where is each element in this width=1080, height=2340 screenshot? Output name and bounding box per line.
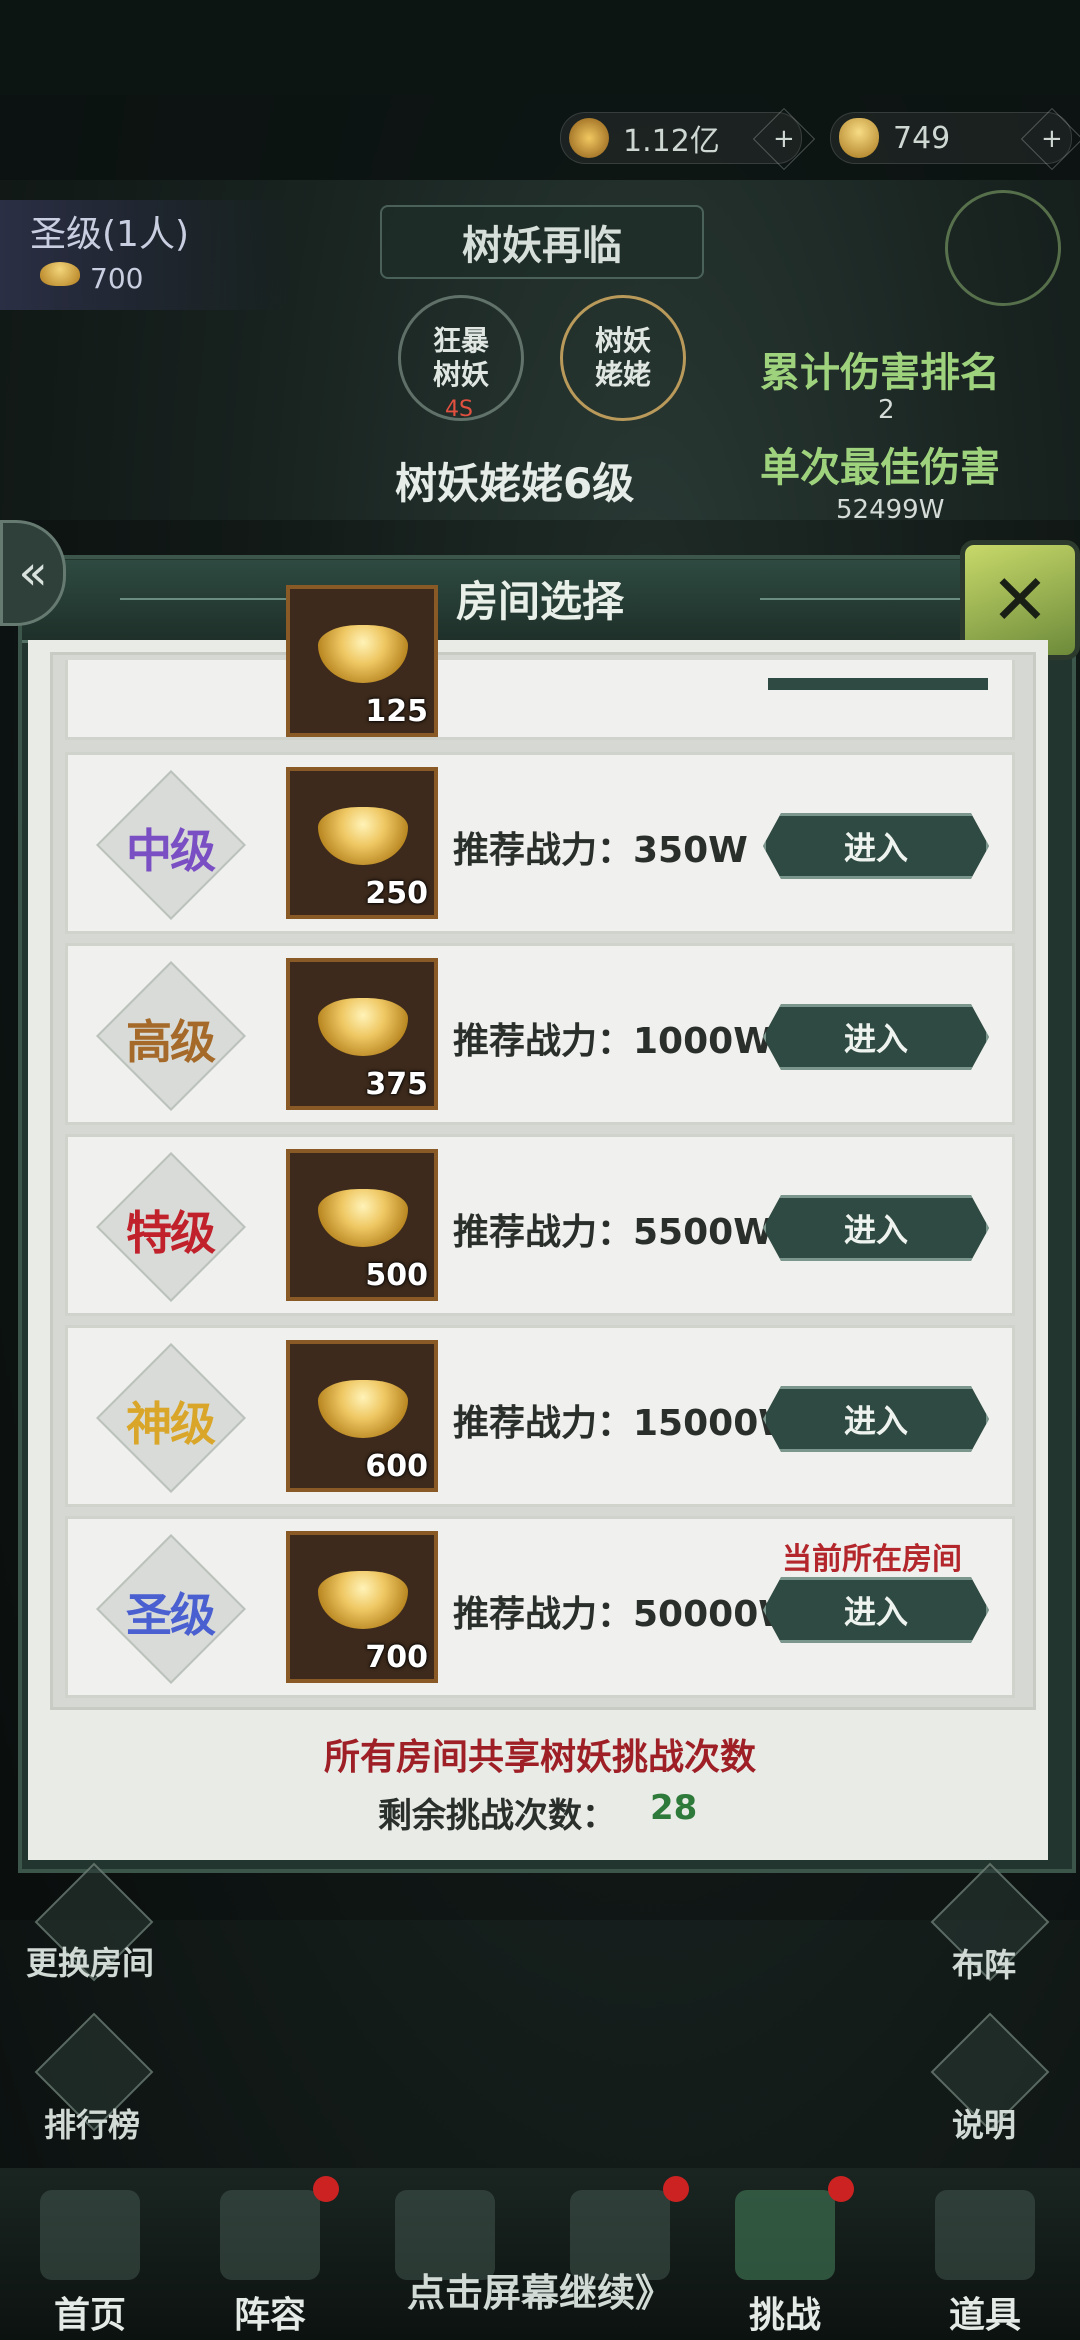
- remaining-attempts-label: 剩余挑战次数：: [378, 1796, 616, 1836]
- notification-dot: [828, 2176, 854, 2202]
- ingot-icon: 600: [286, 1340, 438, 1492]
- enter-button[interactable]: 进入: [763, 1004, 989, 1070]
- formation-button[interactable]: 布阵: [952, 1940, 1016, 1986]
- ingot-icon: [40, 262, 80, 286]
- enter-label: 进入: [843, 1402, 908, 1440]
- list-item: 神级 600 推荐战力：15000W 进入: [65, 1325, 1015, 1507]
- ingot-icon: 125: [286, 585, 438, 737]
- ingot-icon: 500: [286, 1149, 438, 1301]
- enter-button[interactable]: 进入: [763, 1386, 989, 1452]
- current-room-tag: 当前所在房间: [782, 1542, 962, 1577]
- room-badge-name: 圣级(1人): [30, 214, 189, 255]
- coin-value: 1.12亿: [623, 124, 720, 159]
- mode-button-grandma[interactable]: 树妖 姥姥: [560, 295, 686, 421]
- list-item: 特级 500 推荐战力：5500W 进入: [65, 1134, 1015, 1316]
- notification-dot: [663, 2176, 689, 2202]
- enter-label: 进入: [843, 829, 908, 867]
- tier-label: 圣级: [126, 1588, 216, 1642]
- ingot-value: 749: [893, 120, 951, 156]
- boss-level: 树妖姥姥6级: [395, 459, 635, 508]
- enter-button[interactable]: 进入: [763, 1195, 989, 1261]
- enter-label: 进入: [843, 1593, 908, 1631]
- rank-value: 2: [878, 395, 895, 425]
- tier-label: 高级: [126, 1015, 216, 1069]
- tier-label: 特级: [126, 1206, 216, 1260]
- enter-label: 进入: [843, 1211, 908, 1249]
- list-item: 中级 250 推荐战力：350W 进入: [65, 752, 1015, 934]
- notification-dot: [313, 2176, 339, 2202]
- ingot-count: 500: [365, 1258, 428, 1293]
- ingot-icon: 250: [286, 767, 438, 919]
- mode-label: 树妖: [594, 324, 651, 357]
- mode-label: 狂暴: [432, 324, 489, 357]
- enter-button[interactable]: 进入: [763, 1577, 989, 1643]
- room-badge-ingots: 700: [90, 262, 144, 295]
- tier-label: 神级: [126, 1397, 216, 1451]
- recommended-power: 推荐战力：15000W: [453, 1403, 798, 1444]
- change-room-button[interactable]: 更换房间: [26, 1938, 154, 1984]
- enter-button[interactable]: 进入: [763, 813, 989, 879]
- ingot-icon: 375: [286, 958, 438, 1110]
- rank-label: 累计伤害排名: [760, 350, 1000, 396]
- recommended-power: 推荐战力：5500W: [453, 1212, 773, 1253]
- ingot-count: 600: [365, 1449, 428, 1484]
- ingot-icon: 700: [286, 1531, 438, 1683]
- recommended-power: 推荐战力：50000W: [453, 1594, 798, 1635]
- enter-button[interactable]: [768, 678, 988, 690]
- mode-label: 树妖: [432, 358, 489, 391]
- boss-emblem-icon: [945, 190, 1061, 306]
- leaderboard-button[interactable]: 排行榜: [44, 2100, 140, 2146]
- boss-timer: 4S: [445, 397, 473, 422]
- list-item: 高级 375 推荐战力：1000W 进入: [65, 943, 1015, 1125]
- boss-title: 树妖再临: [462, 223, 622, 269]
- ingot-count: 250: [365, 876, 428, 911]
- list-item: 125: [65, 585, 1015, 740]
- mode-label: 姥姥: [594, 358, 651, 391]
- ingot-count: 125: [365, 694, 428, 729]
- recommended-power: 推荐战力：350W: [453, 830, 748, 871]
- ingot-count: 375: [365, 1067, 428, 1102]
- enter-label: 进入: [843, 1020, 908, 1058]
- tap-to-continue[interactable]: 点击屏幕继续》: [0, 2262, 1080, 2317]
- remaining-attempts-value: 28: [650, 1788, 698, 1828]
- ingot-icon: [839, 118, 879, 158]
- recommended-power: 推荐战力：1000W: [453, 1021, 773, 1062]
- coin-icon: [569, 118, 609, 158]
- tier-label: 中级: [126, 824, 216, 878]
- ingot-count: 700: [365, 1640, 428, 1675]
- best-damage-label: 单次最佳伤害: [760, 445, 1000, 491]
- shared-attempts-note: 所有房间共享树妖挑战次数: [323, 1737, 756, 1778]
- help-button[interactable]: 说明: [952, 2100, 1016, 2146]
- boss-title-plate: 树妖再临: [380, 205, 704, 279]
- modal-title: 房间选择: [455, 577, 624, 626]
